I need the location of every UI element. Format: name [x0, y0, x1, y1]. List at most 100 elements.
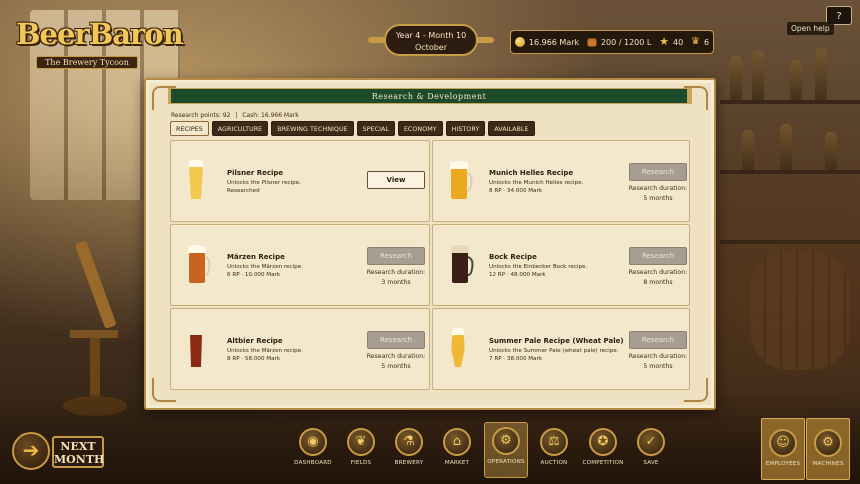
- storage-resource: 200 / 1200 L: [586, 37, 652, 47]
- nav-employees[interactable]: ☺ EMPLOYEES: [761, 418, 805, 480]
- nav-save[interactable]: ✓ SAVE: [628, 424, 674, 476]
- nav-dashboard[interactable]: ◉ DASHBOARD: [290, 424, 336, 476]
- recipe-cost: 6 RP · 10.000 Mark: [227, 272, 281, 278]
- star-icon: ★: [659, 35, 670, 48]
- tab-brewing-technique[interactable]: BREWING TECHNIQUE: [271, 121, 354, 136]
- barrel-icon: [586, 37, 597, 47]
- research-duration-label: Research duration:: [366, 353, 426, 360]
- dashboard-icon: ◉: [299, 428, 327, 456]
- tab-available[interactable]: AVAILABLE: [488, 121, 535, 136]
- nav-auction[interactable]: ⚖ AUCTION: [531, 424, 577, 476]
- money-value: 16.966 Mark: [528, 37, 580, 47]
- logo-subtitle: The Brewery Tycoon: [36, 56, 138, 69]
- next-month-label: NEXT MONTH: [52, 436, 104, 468]
- recipe-cost: 8 RP · 58.000 Mark: [227, 356, 281, 362]
- recipe-description: Unlocks the Summer Pale (wheat pale) rec…: [489, 348, 619, 354]
- reputation-resource: ★ 40: [659, 35, 684, 48]
- pilsner-glass-icon: [189, 159, 203, 199]
- background-bottle: [815, 48, 827, 100]
- category-tabs: RECIPES AGRICULTURE BREWING TECHNIQUE SP…: [170, 121, 535, 136]
- recipe-cost: 7 RP · 38.000 Mark: [489, 356, 543, 362]
- money-resource: 16.966 Mark: [514, 37, 580, 47]
- date-ornament-right: [476, 37, 494, 43]
- research-duration-value: 5 months: [643, 363, 673, 370]
- storage-value: 200 / 1200 L: [600, 37, 652, 47]
- nav-competition[interactable]: ✪ COMPETITION: [580, 424, 626, 476]
- research-button[interactable]: Research: [367, 247, 425, 265]
- help-tooltip: Open help: [787, 22, 834, 35]
- game-logo: BeerBaron The Brewery Tycoon: [16, 18, 184, 69]
- tab-recipes[interactable]: RECIPES: [170, 121, 209, 136]
- recipe-cost: 8 RP · 34.000 Mark: [489, 188, 543, 194]
- research-duration-value: 3 months: [381, 279, 411, 286]
- tab-history[interactable]: HISTORY: [445, 121, 486, 136]
- recipe-description: Unlocks the Einbecker Bock recipe.: [489, 264, 588, 270]
- recipe-description: Unlocks the Märzen recipe.: [227, 348, 303, 354]
- recipe-card-pilsner: Pilsner Recipe Unlocks the Pilsner recip…: [170, 140, 430, 222]
- research-duration-value: 8 months: [643, 279, 673, 286]
- nav-market[interactable]: ⌂ MARKET: [434, 424, 480, 476]
- nav-brewery[interactable]: ⚗ BREWERY: [386, 424, 432, 476]
- background-microscope: [63, 241, 127, 416]
- fields-icon: ❦: [347, 428, 375, 456]
- research-panel: Research & Development Research points: …: [144, 78, 716, 410]
- research-duration-value: 5 months: [643, 195, 673, 202]
- recipe-card-summer-pale: Summer Pale Recipe (Wheat Pale) Unlocks …: [432, 308, 690, 390]
- recipe-status: Researched: [227, 188, 260, 194]
- recipe-name: Bock Recipe: [489, 253, 537, 261]
- tab-special[interactable]: SPECIAL: [356, 121, 395, 136]
- recipe-card-maerzen: Märzen Recipe Unlocks the Märzen recipe.…: [170, 224, 430, 306]
- recipe-grid: Pilsner Recipe Unlocks the Pilsner recip…: [170, 140, 690, 390]
- background-bottle: [752, 50, 764, 100]
- tab-economy[interactable]: ECONOMY: [397, 121, 443, 136]
- research-button[interactable]: Research: [629, 331, 687, 349]
- recipe-cost: 12 RP · 48.000 Mark: [489, 272, 546, 278]
- prestige-resource: ♛ 6: [691, 37, 709, 47]
- nav-machines[interactable]: ⚙ MACHINES: [806, 418, 850, 480]
- competition-icon: ✪: [589, 428, 617, 456]
- research-button[interactable]: Research: [629, 247, 687, 265]
- recipe-name: Altbier Recipe: [227, 337, 283, 345]
- view-button[interactable]: View: [367, 171, 425, 189]
- date-year-month: Year 4 - Month 10: [395, 31, 467, 40]
- maerzen-mug-icon: [188, 245, 211, 283]
- research-points: Research points: 92: [171, 112, 231, 119]
- recipe-name: Pilsner Recipe: [227, 169, 284, 177]
- recipe-description: Unlocks the Munich Helles recipe.: [489, 180, 584, 186]
- prestige-value: 6: [704, 37, 710, 47]
- recipe-card-munich-helles: Munich Helles Recipe Unlocks the Munich …: [432, 140, 690, 222]
- research-duration-label: Research duration:: [628, 353, 688, 360]
- recipe-name: Summer Pale Recipe (Wheat Pale): [489, 337, 624, 345]
- employees-icon: ☺: [769, 429, 797, 457]
- recipe-card-bock: Bock Recipe Unlocks the Einbecker Bock r…: [432, 224, 690, 306]
- next-month-button[interactable]: ➔ NEXT MONTH: [12, 430, 104, 472]
- background-bottle: [730, 56, 742, 100]
- recipe-name: Munich Helles Recipe: [489, 169, 574, 177]
- background-barrel: [750, 250, 850, 370]
- coin-icon: [514, 37, 525, 47]
- research-duration-label: Research duration:: [628, 269, 688, 276]
- background-bottle: [790, 60, 802, 100]
- research-button[interactable]: Research: [629, 163, 687, 181]
- save-icon: ✓: [637, 428, 665, 456]
- recipe-card-altbier: Altbier Recipe Unlocks the Märzen recipe…: [170, 308, 430, 390]
- brewery-icon: ⚗: [395, 428, 423, 456]
- recipe-description: Unlocks the Märzen recipe.: [227, 264, 303, 270]
- cash-amount: Cash: 16.966 Mark: [242, 112, 299, 119]
- background-bottle: [780, 124, 792, 170]
- background-bottle: [742, 130, 754, 170]
- panel-title: Research & Development: [170, 88, 688, 104]
- research-duration-label: Research duration:: [366, 269, 426, 276]
- altbier-glass-icon: [190, 327, 202, 367]
- research-duration-label: Research duration:: [628, 185, 688, 192]
- reputation-value: 40: [673, 37, 684, 47]
- resource-bar: 16.966 Mark 200 / 1200 L ★ 40 ♛ 6: [510, 30, 714, 54]
- munich-helles-mug-icon: [450, 161, 473, 199]
- operations-icon: ⚙: [492, 427, 520, 455]
- research-button[interactable]: Research: [367, 331, 425, 349]
- research-duration-value: 5 months: [381, 363, 411, 370]
- nav-operations[interactable]: ⚙ OPERATIONS: [484, 422, 528, 478]
- nav-fields[interactable]: ❦ FIELDS: [338, 424, 384, 476]
- tab-agriculture[interactable]: AGRICULTURE: [211, 121, 269, 136]
- recipe-name: Märzen Recipe: [227, 253, 285, 261]
